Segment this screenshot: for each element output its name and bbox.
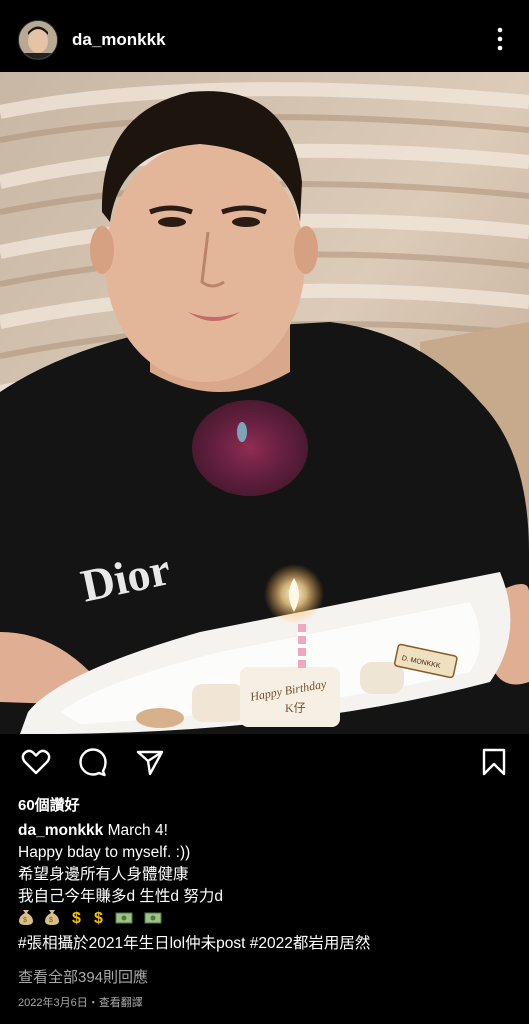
svg-text:$: $	[49, 917, 53, 924]
header-username[interactable]: da_monkkk	[72, 30, 166, 50]
dollar-icon: $	[93, 908, 105, 933]
post-photo[interactable]: Dior Happy Birthday K仔 D. MONKKK	[0, 72, 529, 734]
bookmark-icon[interactable]	[478, 746, 510, 778]
caption-line: 希望身邊所有人身體健康	[18, 866, 189, 883]
svg-text:$: $	[23, 917, 27, 924]
caption-username[interactable]: da_monkkk	[18, 822, 103, 839]
caption: da_monkkk March 4! Happy bday to myself.…	[18, 820, 518, 955]
comment-icon[interactable]	[77, 746, 109, 778]
avatar-image	[19, 21, 57, 59]
post-header: da_monkkk	[0, 0, 529, 72]
banknote-icon	[144, 910, 162, 932]
view-all-comments-link[interactable]: 查看全部394則回應	[18, 966, 148, 987]
svg-text:$: $	[94, 910, 103, 926]
svg-text:$: $	[72, 910, 81, 926]
more-vertical-icon[interactable]	[490, 24, 510, 54]
money-bag-icon: $	[18, 908, 34, 933]
avatar[interactable]	[18, 20, 58, 60]
dollar-icon: $	[71, 908, 83, 933]
action-bar	[0, 740, 529, 784]
caption-hashtags[interactable]: #張相攝於2021年生日lol仲未post #2022都岩用居然	[18, 933, 518, 955]
money-bag-icon: $	[44, 908, 60, 933]
cake-text-line2: K仔	[285, 701, 306, 715]
post-date[interactable]: 2022年3月6日・查看翻譯	[18, 994, 143, 1010]
caption-first-line: March 4!	[107, 822, 168, 839]
caption-line: 我自己今年賺多d 生性d 努力d	[18, 888, 223, 905]
emoji-line: $ $ $ $	[18, 908, 518, 933]
likes-count[interactable]: 60個讚好	[18, 794, 80, 815]
caption-line: Happy bday to myself. :))	[18, 844, 191, 861]
banknote-icon	[115, 910, 133, 932]
heart-icon[interactable]	[20, 746, 52, 778]
share-icon[interactable]	[134, 746, 166, 778]
